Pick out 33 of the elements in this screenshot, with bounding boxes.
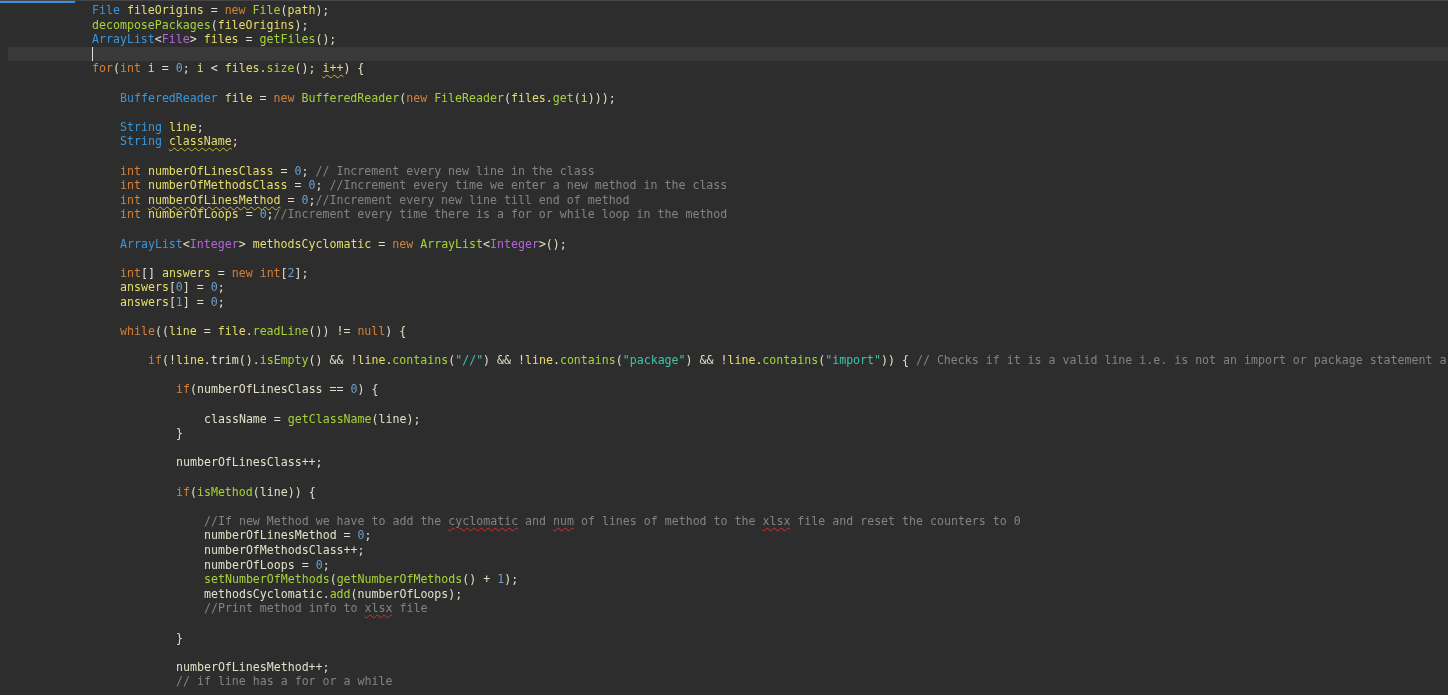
code-line: BufferedReader file = new BufferedReader(new FileReader(files.get(i))); (120, 90, 616, 106)
code-line: int[] answers = new int[2]; (120, 265, 309, 281)
code-comment: // if line has a for or a while (176, 674, 393, 689)
code-line: className = getClassName(line); (204, 411, 421, 427)
code-line: int numberOfLinesClass = 0; // Increment every new line in the class (120, 163, 595, 179)
code-line: int numberOfLinesMethod = 0;//Increment every new line till end of method (120, 192, 630, 208)
code-line: while((line = file.readLine()) != null) { (120, 324, 407, 339)
code-line: String className; (120, 134, 239, 149)
text-cursor (92, 47, 93, 62)
code-line: numberOfLoops = 0; (204, 557, 330, 573)
code-comment: //If new Method we have to add the cyclomatic and num of lines of method to the xlsx file and reset the counters to 0 (204, 513, 1021, 529)
code-line: int numberOfMethodsClass = 0; //Increment every time we enter a new method in the class (120, 178, 728, 193)
code-line: if(!line.trim().isEmpty() && !line.contains("//") && !line.contains("package") && !line.contains("import")) { // Checks if it is a valid line i.e. is not an import or package statement a (148, 353, 1447, 368)
code-line: for(int i = 0; i < files.size(); i++) { (92, 61, 365, 76)
code-line: String line; (120, 119, 204, 135)
code-line: ArrayList<File> files = getFiles(); (92, 32, 337, 47)
code-line: File fileOrigins = new File(path); (92, 3, 330, 18)
code-line: numberOfLinesMethod = 0; (204, 528, 372, 543)
code-comment: //Print method info to xlsx file (204, 601, 428, 616)
code-line: numberOfLinesMethod++; (176, 659, 330, 675)
code-line: answers[1] = 0; (120, 294, 225, 310)
code-line: if(numberOfLinesClass == 0) { (176, 382, 379, 398)
code-line: methodsCyclomatic.add(numberOfLoops); (204, 586, 463, 602)
code-line: numberOfLinesClass++; (176, 455, 323, 470)
code-line: int numberOfLoops = 0;//Increment every time there is a for or while loop in the method (120, 207, 728, 222)
code-line: } (176, 630, 183, 646)
code-line: setNumberOfMethods(getNumberOfMethods() + 1); (204, 572, 519, 587)
code-line: } (176, 426, 183, 441)
code-line: numberOfMethodsClass++; (204, 542, 365, 558)
code-line: answers[0] = 0; (120, 280, 225, 295)
code-line: decomposePackages(fileOrigins); (92, 17, 309, 33)
code-line: ArrayList<Integer> methodsCyclomatic = new ArrayList<Integer>(); (120, 236, 567, 252)
code-line: if(isMethod(line)) { (176, 484, 316, 500)
